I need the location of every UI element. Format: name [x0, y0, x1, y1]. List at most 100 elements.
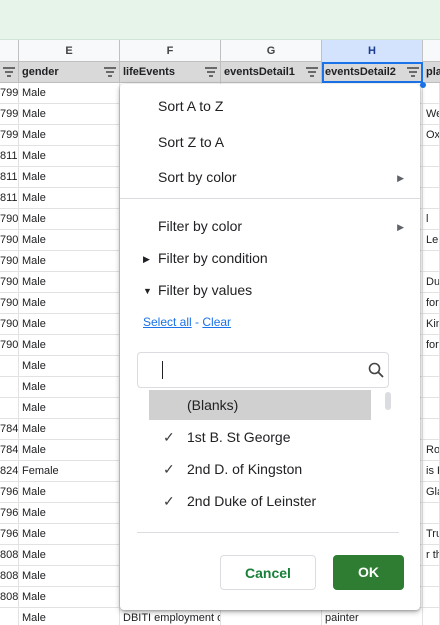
sort-by-color[interactable]: Sort by color [158, 169, 388, 185]
table-cell[interactable] [423, 188, 440, 209]
filter-icon[interactable] [3, 67, 15, 78]
table-cell[interactable]: Tru [423, 524, 440, 545]
table-cell[interactable] [423, 503, 440, 524]
table-cell[interactable]: 784 [0, 419, 19, 440]
filter-by-values[interactable]: Filter by values [158, 282, 252, 298]
header-cell-place[interactable]: pla [423, 62, 440, 83]
filter-icon[interactable] [104, 67, 116, 78]
table-cell[interactable]: Male [19, 83, 120, 104]
filter-icon[interactable] [205, 67, 217, 78]
table-cell[interactable]: Male [19, 503, 120, 524]
table-cell[interactable]: Male [19, 608, 120, 625]
table-cell[interactable]: 796 [0, 524, 19, 545]
table-cell[interactable] [0, 377, 19, 398]
table-cell[interactable]: 790 [0, 251, 19, 272]
column-header-f[interactable]: F [120, 40, 221, 62]
table-cell[interactable]: Male [19, 230, 120, 251]
table-cell[interactable]: is Pl [423, 461, 440, 482]
table-cell[interactable]: 790 [0, 272, 19, 293]
table-cell[interactable] [423, 398, 440, 419]
table-cell[interactable]: Du [423, 272, 440, 293]
clear-link[interactable]: Clear [202, 315, 231, 329]
table-cell[interactable]: 808 [0, 566, 19, 587]
table-cell[interactable]: Kin [423, 314, 440, 335]
table-cell[interactable]: Male [19, 566, 120, 587]
table-cell[interactable]: 790 [0, 314, 19, 335]
table-cell[interactable] [423, 377, 440, 398]
table-cell[interactable]: 824 [0, 461, 19, 482]
table-cell[interactable]: Male [19, 377, 120, 398]
table-cell[interactable]: 799 [0, 83, 19, 104]
table-cell[interactable] [423, 587, 440, 608]
table-cell[interactable]: Male [19, 125, 120, 146]
header-cell-eventsdetail2[interactable]: eventsDetail2 [322, 62, 423, 83]
table-cell[interactable] [423, 146, 440, 167]
table-cell[interactable]: Gla [423, 482, 440, 503]
selection-handle[interactable] [420, 82, 426, 88]
table-cell[interactable]: fore [423, 293, 440, 314]
ok-button[interactable]: OK [333, 555, 404, 590]
table-cell[interactable] [423, 419, 440, 440]
expanded-arrow-icon[interactable]: ▼ [143, 286, 152, 296]
header-cell-gender[interactable]: gender [19, 62, 120, 83]
column-header-d[interactable] [0, 40, 19, 62]
table-cell[interactable] [423, 356, 440, 377]
table-cell[interactable]: Male [19, 146, 120, 167]
table-cell[interactable]: 808 [0, 545, 19, 566]
table-cell[interactable]: Male [19, 188, 120, 209]
table-cell[interactable] [423, 608, 440, 625]
filter-by-condition[interactable]: Filter by condition [158, 250, 268, 266]
filter-icon[interactable] [306, 67, 318, 78]
table-cell[interactable]: l [423, 209, 440, 230]
table-cell[interactable] [0, 356, 19, 377]
table-cell[interactable]: 799 [0, 125, 19, 146]
values-search-input[interactable] [137, 352, 389, 388]
table-cell[interactable]: Male [19, 398, 120, 419]
filter-icon-active[interactable] [407, 67, 419, 78]
cancel-button[interactable]: Cancel [220, 555, 316, 590]
table-cell[interactable]: 811 [0, 146, 19, 167]
table-cell[interactable]: 811 [0, 188, 19, 209]
table-cell[interactable]: Male [19, 251, 120, 272]
values-scrollbar[interactable] [385, 392, 391, 410]
table-cell[interactable]: Male [19, 545, 120, 566]
column-header-i[interactable] [423, 40, 440, 62]
table-cell[interactable] [0, 608, 19, 625]
table-cell[interactable]: 808 [0, 587, 19, 608]
column-header-h[interactable]: H [322, 40, 423, 62]
collapsed-arrow-icon[interactable]: ▶ [143, 254, 150, 265]
value-item-blanks[interactable]: (Blanks) [149, 390, 371, 420]
table-cell[interactable]: Female [19, 461, 120, 482]
header-cell-eventsdetail1[interactable]: eventsDetail1 [221, 62, 322, 83]
table-cell[interactable]: Male [19, 482, 120, 503]
column-header-g[interactable]: G [221, 40, 322, 62]
table-cell[interactable]: Male [19, 104, 120, 125]
value-item[interactable]: ✓ 1st B. St George [149, 422, 371, 452]
table-cell[interactable]: Male [19, 314, 120, 335]
table-cell[interactable]: Male [19, 209, 120, 230]
table-cell[interactable]: 790 [0, 209, 19, 230]
table-cell[interactable]: Ro [423, 440, 440, 461]
table-cell[interactable]: Male [19, 335, 120, 356]
sort-z-to-a[interactable]: Sort Z to A [158, 134, 224, 150]
table-cell[interactable]: Male [19, 293, 120, 314]
table-cell[interactable]: 784 [0, 440, 19, 461]
table-cell[interactable]: Male [19, 419, 120, 440]
table-cell[interactable] [423, 566, 440, 587]
table-cell[interactable]: Male [19, 356, 120, 377]
table-cell[interactable]: 790 [0, 293, 19, 314]
table-cell[interactable] [0, 398, 19, 419]
table-cell[interactable]: Male [19, 167, 120, 188]
table-cell[interactable] [423, 251, 440, 272]
table-cell[interactable]: Male [19, 587, 120, 608]
table-cell[interactable]: Male [19, 272, 120, 293]
table-cell[interactable]: DBITI employment or identifier [120, 608, 221, 625]
header-cell-lifeevents[interactable]: lifeEvents [120, 62, 221, 83]
select-all-link[interactable]: Select all [143, 315, 192, 329]
table-cell[interactable]: 796 [0, 503, 19, 524]
table-cell[interactable]: painter [322, 608, 423, 625]
table-cell[interactable]: 799 [0, 104, 19, 125]
table-cell[interactable]: We [423, 104, 440, 125]
table-cell[interactable]: r th [423, 545, 440, 566]
column-header-e[interactable]: E [19, 40, 120, 62]
